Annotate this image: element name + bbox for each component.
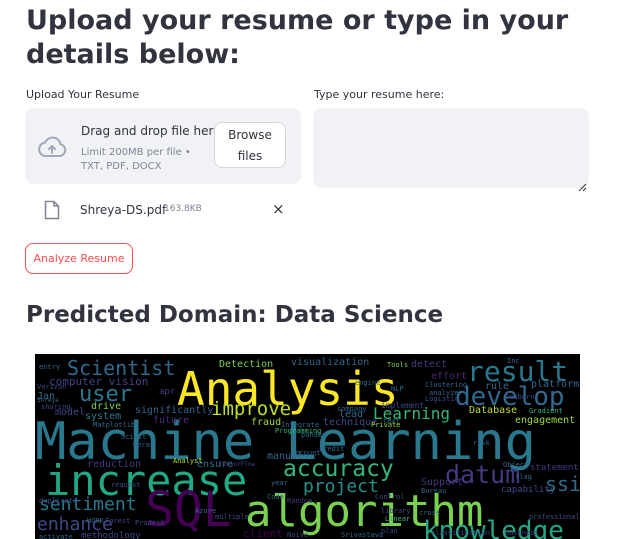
word-cloud-word: ssing — [545, 472, 580, 496]
word-cloud-word: Scikit — [121, 433, 147, 441]
file-dropzone[interactable]: Drag and drop file here Limit 200MB per … — [25, 108, 301, 184]
word-cloud-word: Code — [267, 493, 284, 501]
word-cloud-word: Linear — [385, 515, 411, 523]
word-cloud-word: plan — [381, 527, 398, 535]
word-cloud-word: WORK — [87, 517, 104, 525]
word-cloud-word: detect — [411, 359, 448, 370]
remove-file-icon[interactable]: × — [272, 200, 285, 218]
word-cloud-word: Detection — [219, 359, 274, 370]
word-cloud-word: request — [111, 481, 141, 489]
word-cloud-word: Object — [503, 461, 529, 469]
cloud-upload-icon — [37, 136, 67, 162]
upload-label: Upload Your Resume — [26, 88, 140, 101]
word-cloud-word: cross — [419, 509, 441, 517]
dropzone-limit: Limit 200MB per file • TXT, PDF, DOCX — [81, 147, 191, 172]
word-cloud-word: engagement — [515, 415, 576, 426]
word-cloud-word: rule — [485, 381, 510, 392]
word-cloud-word: Inc — [507, 357, 520, 365]
word-cloud-word: pandas — [301, 431, 327, 439]
word-cloud-word: Control — [375, 493, 405, 501]
word-cloud-word: Verizon — [37, 383, 67, 391]
word-cloud-word: Keras — [133, 441, 155, 449]
word-cloud-word: Analyst — [173, 457, 203, 465]
file-icon — [44, 200, 60, 224]
word-cloud-word: engine — [355, 379, 381, 387]
word-cloud-word: account — [291, 449, 321, 457]
word-cloud-word: classification — [431, 529, 491, 537]
word-cloud-word: Tools — [387, 361, 409, 369]
word-cloud-word: duplicate — [39, 497, 77, 505]
word-cloud-word: Random — [287, 497, 313, 505]
word-cloud-word: implement — [381, 401, 425, 410]
word-cloud-word: future — [153, 415, 190, 426]
word-cloud-word: entry — [39, 363, 61, 371]
resume-textarea[interactable] — [313, 108, 589, 188]
word-cloud-word: TensorFlow — [219, 461, 256, 468]
dropzone-title: Drag and drop file here — [81, 124, 221, 138]
word-cloud-word: Bureau — [421, 487, 447, 495]
word-cloud-word: visualization — [291, 357, 370, 368]
word-cloud-image: Machine Learning Analysis increase algorith… — [35, 354, 580, 539]
word-cloud-word: Srivastava — [341, 531, 384, 539]
textarea-label: Type your resume here: — [314, 88, 445, 101]
word-cloud-word: Pradesh — [135, 519, 165, 527]
analyze-resume-button[interactable]: Analyze Resume — [25, 243, 133, 274]
word-cloud-word: reduction — [87, 459, 142, 470]
word-cloud-word: company — [337, 405, 367, 413]
word-cloud-word: analyzer — [429, 389, 463, 397]
word-cloud-word: Forest — [105, 517, 131, 525]
file-name: Shreya-DS.pdf — [80, 203, 167, 217]
word-cloud-word: multiple — [215, 513, 249, 521]
word-cloud-word: flag — [515, 473, 532, 481]
uploaded-file-row: Shreya-DS.pdf 163.8KB × — [40, 196, 300, 224]
predicted-domain-heading: Predicted Domain: Data Science — [26, 302, 444, 328]
word-cloud-word: text — [383, 417, 400, 425]
file-size: 163.8KB — [164, 204, 202, 214]
word-cloud-word: apr — [159, 387, 176, 397]
word-cloud-word: risk — [473, 439, 490, 447]
word-cloud-word: Logistic — [425, 395, 459, 403]
word-cloud-word: activate — [39, 533, 73, 539]
word-cloud-word: platform — [531, 379, 580, 390]
word-cloud-word: library — [381, 507, 411, 515]
word-cloud-word: Shreya — [37, 397, 59, 404]
word-cloud-word: Gradient — [529, 407, 563, 415]
word-cloud-word: Clustering — [425, 381, 468, 389]
resize-grip-icon[interactable] — [578, 177, 587, 196]
word-cloud-word: NLP — [391, 385, 404, 393]
word-cloud-word: Azure — [195, 507, 217, 515]
word-cloud-word: business — [505, 529, 539, 537]
word-cloud-word: Seaborn — [505, 393, 535, 401]
word-cloud-word: credit — [319, 445, 345, 453]
word-cloud-word: drive — [91, 401, 122, 412]
word-cloud-word: professional — [529, 513, 580, 521]
word-cloud-word: sharing — [41, 403, 71, 411]
word-cloud-word: Matplotlib — [93, 421, 136, 429]
word-cloud-word: Database — [469, 405, 518, 416]
word-cloud-word: year — [271, 479, 288, 487]
word-cloud-word: Naive — [287, 531, 309, 539]
browse-files-button[interactable]: Browse files — [214, 122, 286, 168]
word-cloud-word: methodology — [81, 531, 141, 539]
word-cloud-word: client — [243, 527, 283, 539]
page-title: Upload your resume or type in your detai… — [26, 5, 569, 70]
word-cloud-word: project — [303, 476, 379, 497]
